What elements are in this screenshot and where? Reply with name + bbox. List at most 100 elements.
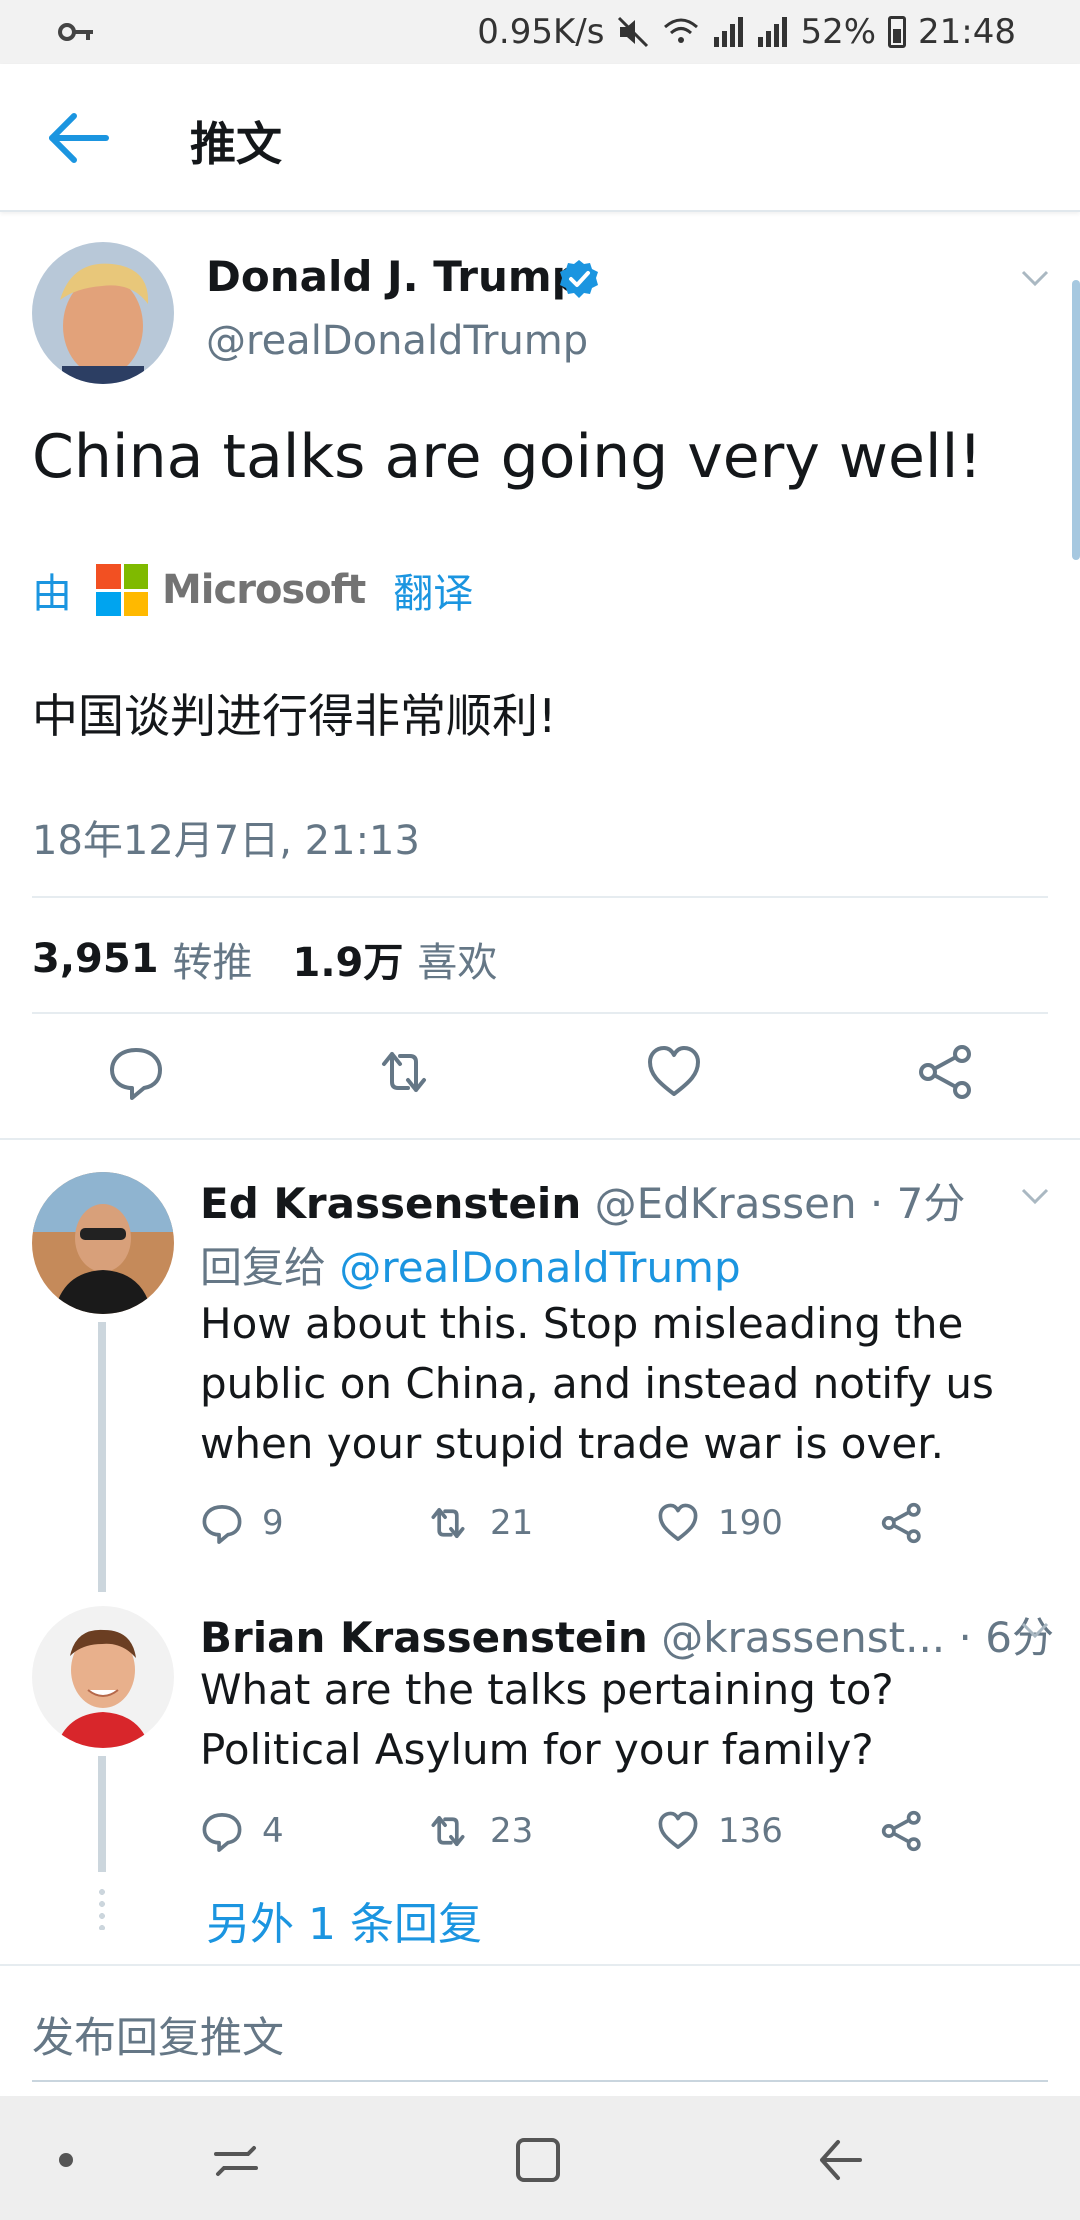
thread-continuation-dots [98, 1886, 106, 1930]
recent-apps-icon[interactable] [208, 2132, 264, 2188]
author-name[interactable]: Donald J. Trump [206, 252, 582, 301]
like-count: 190 [718, 1503, 783, 1543]
home-icon[interactable] [510, 2132, 566, 2188]
reply-header: Brian Krassenstein @krassenst... · 6分 [200, 1604, 1054, 1665]
system-nav-bar [0, 2096, 1080, 2220]
reply-text: How about this. Stop misleading the publ… [200, 1294, 1020, 1474]
translated-text: 中国谈判进行得非常顺利! [32, 689, 557, 743]
wifi-icon [664, 18, 699, 43]
mention-link[interactable]: @realDonaldTrump [339, 1243, 740, 1292]
reply-time: 7分 [896, 1179, 966, 1228]
tweet-text: China talks are going very well! [32, 422, 983, 492]
chevron-down-icon[interactable] [1020, 268, 1050, 288]
share-icon [881, 1502, 921, 1544]
translation-prefix: 由 [32, 571, 72, 617]
tweet-actions [0, 1042, 1080, 1152]
thread-line [98, 1322, 106, 1592]
clock: 21:48 [918, 12, 1016, 52]
verified-badge-icon [560, 260, 598, 298]
retweet-button[interactable]: 23 [424, 1806, 533, 1856]
show-more-replies-link[interactable]: 另外 1 条回复 [206, 1888, 482, 1952]
like-label[interactable]: 喜欢 [417, 930, 497, 988]
compose-reply-input[interactable]: 发布回复推文 [32, 2004, 284, 2065]
retweet-icon [431, 1815, 465, 1847]
signal-icon [714, 17, 744, 47]
translate-link[interactable]: 翻译 [393, 561, 473, 619]
retweet-count[interactable]: 3,951 [32, 936, 159, 982]
reply-icon [202, 1505, 242, 1544]
microsoft-logo-icon [96, 564, 148, 616]
retweet-icon [431, 1507, 465, 1539]
reply-separator: · [869, 1179, 884, 1228]
compose-reply-bar: 发布回复推文 [0, 1964, 1080, 2096]
battery-percent: 52% [800, 12, 877, 52]
like-button[interactable]: 136 [656, 1806, 783, 1856]
share-button[interactable] [880, 1806, 942, 1856]
translation-attribution: 由 Microsoft 翻译 [32, 560, 473, 620]
share-button[interactable] [880, 1498, 942, 1548]
reply-header: Ed Krassenstein @EdKrassen · 7分 [200, 1170, 965, 1231]
heart-icon[interactable] [644, 1042, 704, 1102]
reply-icon[interactable] [106, 1042, 166, 1102]
retweet-icon[interactable] [374, 1042, 434, 1102]
divider [32, 896, 1048, 898]
reply-text-line: public on China, and instead notify us [200, 1359, 994, 1408]
avatar[interactable] [32, 1172, 174, 1314]
like-count: 136 [718, 1811, 783, 1851]
reply-button[interactable]: 4 [200, 1806, 284, 1856]
tweet-stats: 3,951 转推 1.9万 喜欢 [32, 930, 537, 988]
key-icon [58, 23, 93, 41]
retweet-count: 23 [490, 1811, 534, 1851]
share-icon [881, 1810, 921, 1852]
like-button[interactable]: 190 [656, 1498, 783, 1548]
retweet-count: 21 [490, 1503, 534, 1543]
reply-count: 4 [262, 1811, 284, 1851]
chevron-down-icon[interactable] [1020, 1186, 1050, 1206]
signal-icon-2 [758, 17, 788, 47]
reply-button[interactable]: 9 [200, 1498, 284, 1548]
retweet-button[interactable]: 21 [424, 1498, 533, 1548]
reply-text-line: What are the talks pertaining to? [200, 1665, 894, 1714]
status-indicators: 0.95K/s 52% 21:48 [477, 8, 1016, 56]
net-speed: 0.95K/s [477, 12, 605, 52]
reply-text-line: Political Asylum for your family? [200, 1725, 874, 1774]
reply-author-handle[interactable]: @EdKrassen [595, 1179, 857, 1228]
arrow-left-icon[interactable] [44, 110, 114, 166]
chevron-down-icon[interactable] [1020, 1620, 1050, 1640]
retweet-label[interactable]: 转推 [173, 930, 253, 988]
back-icon[interactable] [812, 2132, 868, 2188]
battery-icon [888, 16, 907, 48]
replying-to-label: 回复给 [200, 1243, 327, 1292]
status-bar: 0.95K/s 52% 21:48 [0, 0, 1080, 64]
reply-icon [202, 1813, 242, 1852]
thread-line [98, 1756, 106, 1872]
reply-actions: 9 21 190 [200, 1498, 960, 1548]
app-header: 推文 [0, 64, 1080, 212]
replying-to: 回复给 @realDonaldTrump [200, 1234, 741, 1295]
share-icon[interactable] [916, 1042, 976, 1102]
page-title: 推文 [190, 117, 282, 171]
mute-icon [618, 16, 649, 48]
reply-author-name[interactable]: Brian Krassenstein [200, 1613, 648, 1662]
like-count[interactable]: 1.9万 [293, 930, 404, 988]
reply-separator: · [958, 1613, 972, 1662]
divider [32, 1012, 1048, 1014]
heart-icon [658, 1503, 698, 1541]
avatar[interactable] [32, 242, 174, 384]
reply-text-line: How about this. Stop misleading the [200, 1299, 964, 1348]
reply-count: 9 [262, 1503, 284, 1543]
tweet-timestamp: 18年12月7日, 21:13 [32, 818, 420, 864]
reply-text: What are the talks pertaining to? Politi… [200, 1660, 1020, 1780]
reply-author-name[interactable]: Ed Krassenstein [200, 1179, 581, 1228]
dot-icon[interactable] [38, 2132, 94, 2188]
avatar[interactable] [32, 1606, 174, 1748]
translation-brand: Microsoft [162, 567, 366, 613]
reply-actions: 4 23 136 [200, 1806, 960, 1856]
compose-underline [32, 2080, 1048, 2082]
reply-author-handle[interactable]: @krassenst... [661, 1613, 945, 1662]
section-divider [0, 1138, 1080, 1140]
scroll-indicator [1072, 280, 1080, 560]
author-handle[interactable]: @realDonaldTrump [206, 318, 588, 364]
reply-text-line: when your stupid trade war is over. [200, 1419, 944, 1468]
heart-icon [658, 1811, 698, 1849]
